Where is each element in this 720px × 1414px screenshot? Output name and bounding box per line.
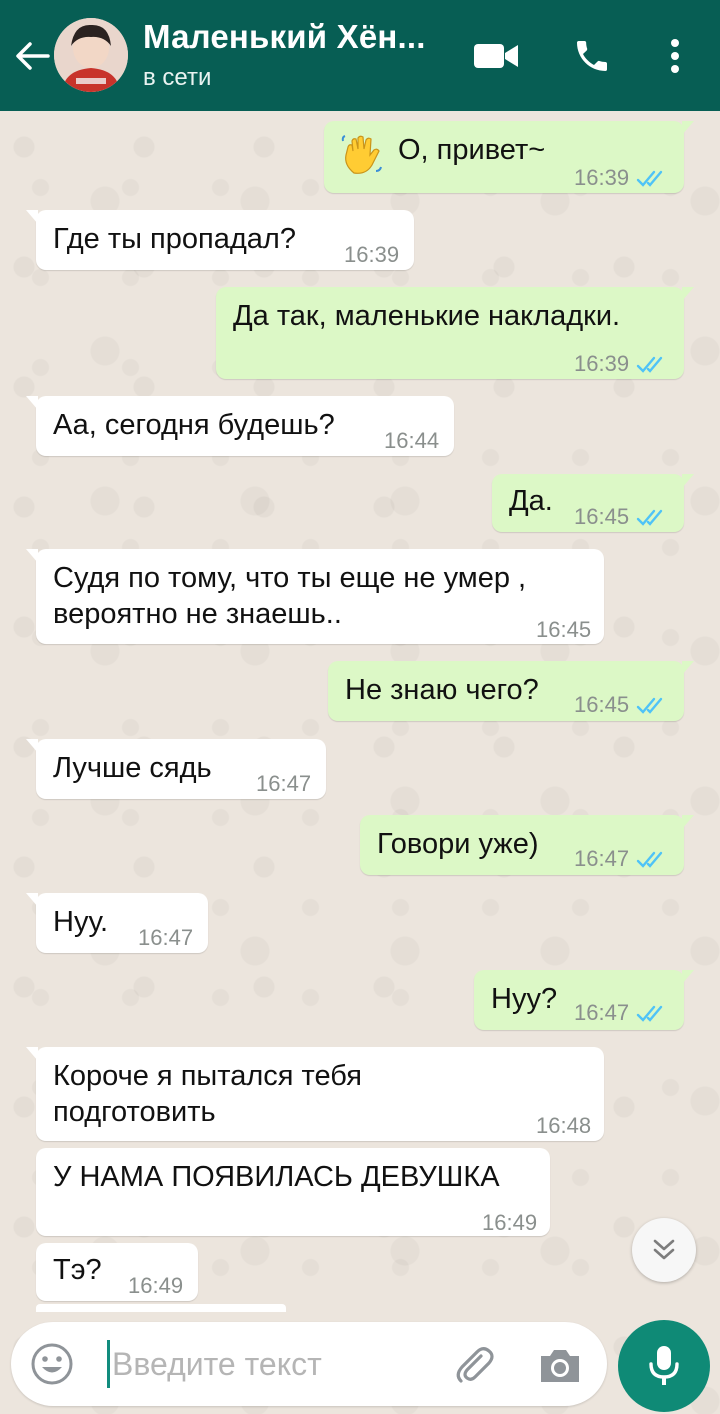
scroll-down-icon: [653, 1239, 675, 1260]
message-input[interactable]: Введите текст: [107, 1340, 442, 1388]
message-text: Аа, сегодня будешь?: [53, 409, 335, 441]
message-text: Нуу.: [53, 906, 109, 938]
message-time: 16:39: [344, 242, 400, 267]
double-check-icon: [636, 347, 670, 385]
more-vert-icon[interactable]: [660, 34, 690, 78]
message-time: 16:44: [384, 428, 440, 453]
message-outgoing[interactable]: Да так, маленькие накладки. 16:39: [216, 287, 694, 379]
phone-icon[interactable]: [570, 34, 614, 78]
message-text: Да так, маленькие накладки.: [233, 300, 621, 332]
emoji-icon[interactable]: [30, 1342, 74, 1386]
message-text: Где ты пропадал?: [53, 223, 296, 255]
contact-name[interactable]: Маленький Хён...: [143, 18, 426, 56]
message-text: Нуу?: [491, 983, 558, 1015]
mic-button[interactable]: [618, 1320, 710, 1412]
message-outgoing[interactable]: О, привет~ 16:39: [324, 121, 694, 193]
double-check-icon: [636, 842, 670, 880]
message-text: Лучше сядь: [53, 752, 212, 784]
message-incoming[interactable]: Короче я пытался тебя подготовить 16:48: [26, 1047, 604, 1141]
message-time: 16:39: [574, 165, 630, 190]
message-time: 16:45: [536, 617, 592, 642]
waving-hand-emoji: [340, 133, 384, 187]
message-incoming[interactable]: Где ты пропадал? 16:39: [26, 210, 414, 270]
message-time: 16:47: [138, 925, 194, 950]
message-incoming[interactable]: Аа, сегодня будешь? 16:44: [26, 396, 454, 456]
message-text-line-2: вероятно не знаешь..: [53, 598, 342, 630]
double-check-icon: [636, 688, 670, 726]
back-arrow-icon[interactable]: [12, 36, 52, 76]
message-text: Да.: [509, 485, 553, 517]
message-composer: Введите текст: [11, 1322, 607, 1406]
message-time: 16:49: [128, 1273, 184, 1298]
double-check-icon: [636, 500, 670, 538]
message-time: 16:47: [574, 1000, 630, 1025]
message-text: Не знаю чего?: [345, 674, 539, 706]
avatar[interactable]: [54, 18, 128, 92]
attach-icon[interactable]: [451, 1342, 497, 1388]
camera-icon[interactable]: [537, 1346, 583, 1386]
message-outgoing[interactable]: Нуу? 16:47: [474, 970, 694, 1030]
message-time: 16:47: [574, 846, 630, 871]
message-outgoing[interactable]: Да. 16:45: [492, 474, 694, 532]
contact-status: в сети: [143, 64, 212, 91]
chat-header: Маленький Хён... в сети: [0, 0, 720, 111]
message-text-line-2: подготовить: [53, 1096, 216, 1128]
message-incoming[interactable]: Лучше сядь 16:47: [26, 739, 326, 799]
message-text-line-1: Судя по тому, что ты еще не умер ,: [53, 562, 527, 594]
message-text: У НАМА ПОЯВИЛАСЬ ДЕВУШКА: [53, 1161, 500, 1193]
message-text: О, привет~: [398, 134, 546, 166]
message-time: 16:45: [574, 504, 630, 529]
message-incoming[interactable]: Судя по тому, что ты еще не умер , вероя…: [26, 549, 604, 644]
message-time: 16:39: [574, 351, 630, 376]
partial-message: [36, 1304, 286, 1312]
message-time: 16:47: [256, 771, 312, 796]
message-text: Говори уже): [377, 828, 539, 860]
message-text: Тэ?: [53, 1254, 102, 1286]
double-check-icon: [636, 996, 670, 1034]
message-outgoing[interactable]: Говори уже) 16:47: [360, 815, 694, 875]
message-incoming[interactable]: У НАМА ПОЯВИЛАСЬ ДЕВУШКА 16:49: [36, 1148, 550, 1236]
message-time: 16:49: [482, 1210, 538, 1235]
message-time: 16:45: [574, 692, 630, 717]
message-outgoing[interactable]: Не знаю чего? 16:45: [328, 661, 694, 721]
video-call-icon[interactable]: [472, 36, 520, 76]
mic-icon: [649, 1346, 679, 1385]
message-time: 16:48: [536, 1113, 592, 1138]
double-check-icon: [636, 161, 670, 199]
message-text-line-1: Короче я пытался тебя: [53, 1060, 362, 1092]
message-incoming[interactable]: Тэ? 16:49: [36, 1243, 198, 1301]
scroll-down-button[interactable]: [632, 1218, 696, 1282]
message-incoming[interactable]: Нуу. 16:47: [26, 893, 208, 953]
